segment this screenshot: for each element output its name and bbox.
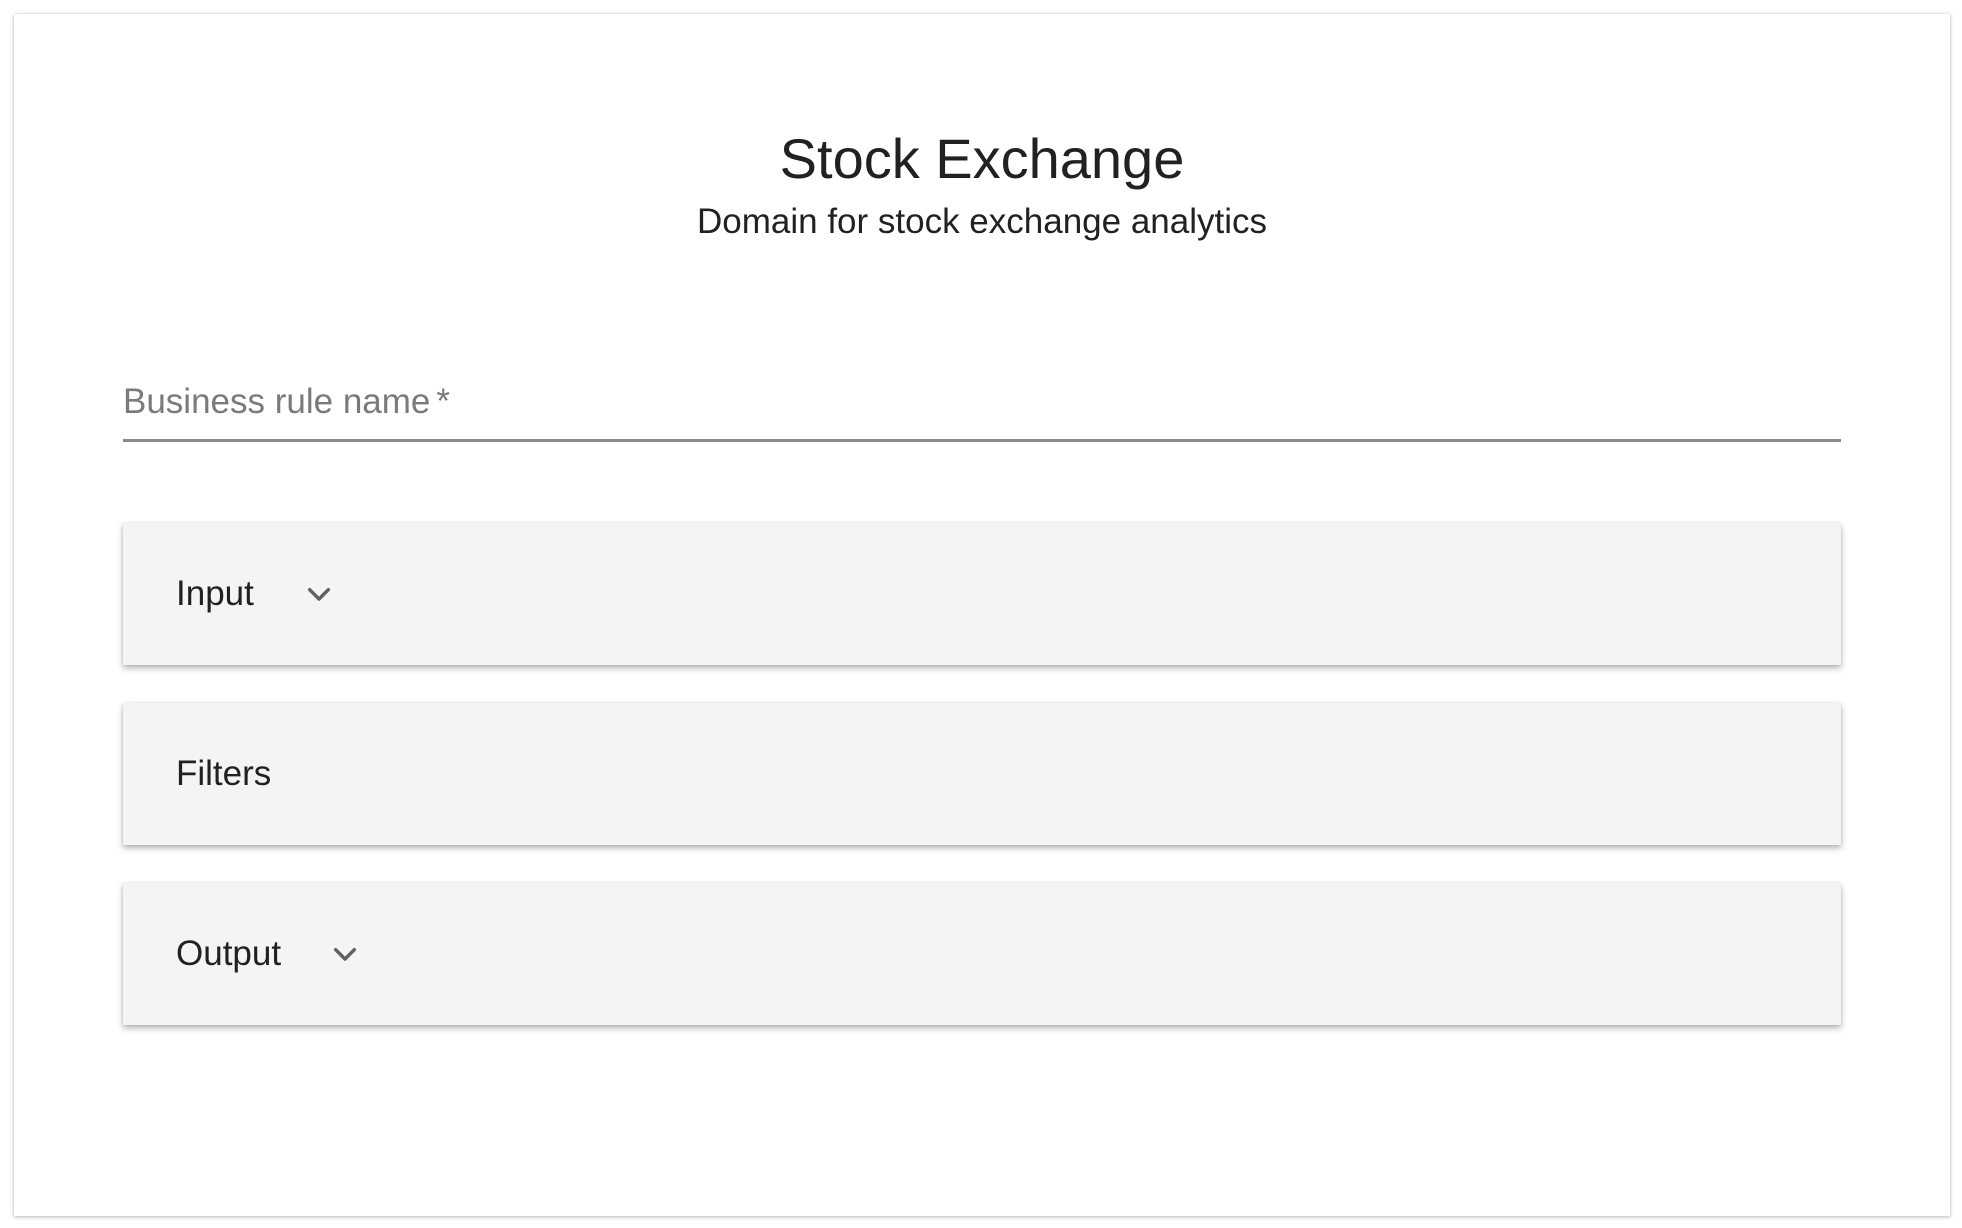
input-panel-label: Input (176, 574, 254, 613)
header: Stock Exchange Domain for stock exchange… (14, 124, 1950, 244)
rule-editor-card: Stock Exchange Domain for stock exchange… (14, 14, 1950, 1216)
filters-panel-header[interactable]: Filters (123, 703, 1841, 845)
output-panel-label: Output (176, 934, 282, 973)
chevron-down-icon[interactable] (329, 939, 361, 971)
filters-panel-label: Filters (176, 754, 272, 793)
output-panel-header[interactable]: Output (123, 883, 1841, 1025)
page-subtitle: Domain for stock exchange analytics (697, 202, 1267, 241)
chevron-down-icon[interactable] (303, 579, 335, 611)
page-title: Stock Exchange (779, 127, 1185, 190)
business-rule-name-input[interactable] (123, 366, 1845, 441)
business-rule-name-field[interactable]: Business rule name * (123, 366, 1845, 442)
input-panel-header[interactable]: Input (123, 523, 1841, 665)
